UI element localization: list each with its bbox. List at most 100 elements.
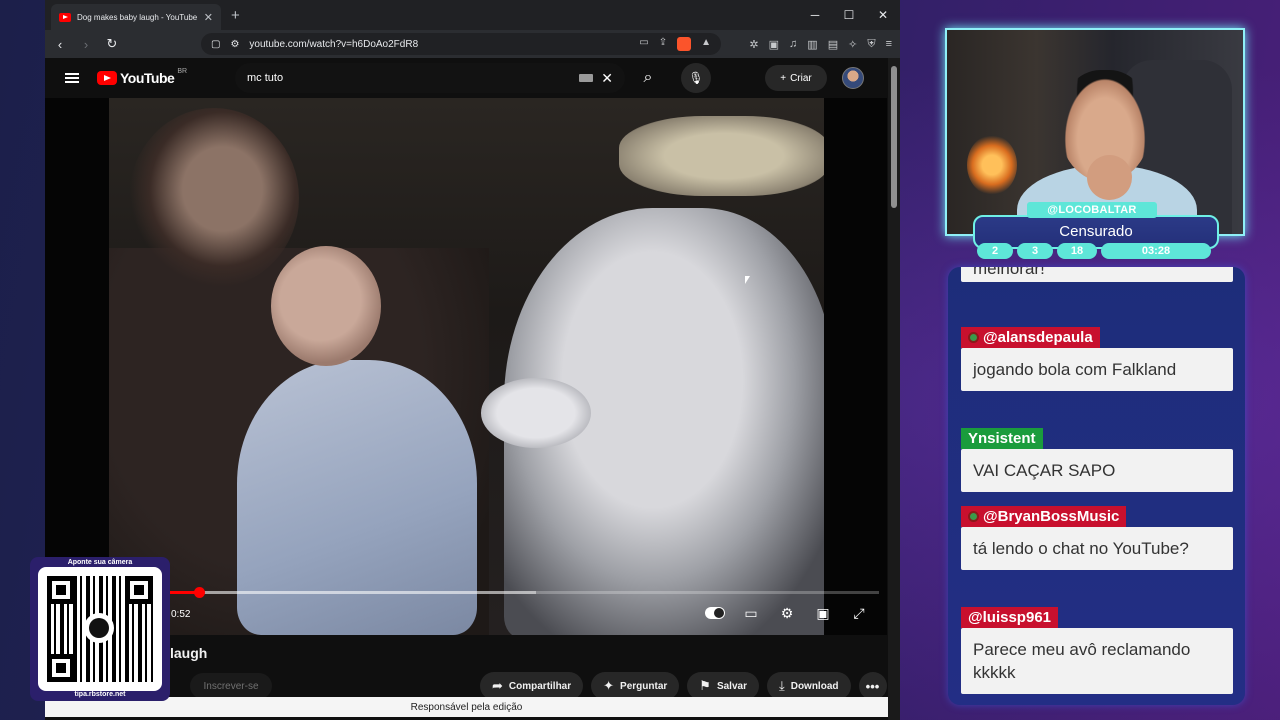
chat-username-text: @alansdepaula [983, 329, 1093, 346]
search-icon: ⌕ [643, 69, 653, 86]
settings-button[interactable]: ⚙ [777, 604, 797, 622]
youtube-header: YouTube BR mc tuto ✕ ⌕ 🎙 + Criar [45, 58, 887, 98]
subtitles-icon: ▭ [744, 604, 758, 621]
chat-message: @BryanBossMusic tá lendo o chat no YouTu… [961, 506, 1233, 570]
theater-mode-button[interactable]: ▣ [813, 604, 833, 622]
qr-instruction: Aponte sua câmera [67, 559, 133, 566]
chat-message-text: VAI CAÇAR SAPO [961, 449, 1233, 492]
search-query[interactable]: mc tuto [247, 72, 579, 84]
youtube-badge-icon [968, 511, 979, 522]
video-content-woman-face [129, 108, 299, 288]
chat-message: Ynsistent VAI CAÇAR SAPO [961, 428, 1233, 492]
leo-icon[interactable]: ✧ [848, 38, 857, 51]
reload-icon[interactable]: ↻ [105, 36, 119, 52]
vpn-icon[interactable]: ⛨ [867, 38, 875, 51]
forward-icon[interactable]: › [79, 37, 93, 52]
video-title: laugh [170, 645, 208, 661]
create-label: Criar [790, 72, 812, 84]
share-button[interactable]: ➦ Compartilhar [480, 672, 584, 700]
back-icon[interactable]: ‹ [53, 37, 67, 52]
download-label: Download [790, 680, 839, 692]
fullscreen-icon: ⤢ [853, 604, 865, 621]
stat-badge: 18 [1057, 243, 1097, 259]
gear-icon: ⚙ [780, 604, 794, 621]
brave-rewards-icon[interactable]: ▲ [701, 37, 711, 51]
chat-message-text: Parece meu avô reclamando kkkkk [961, 628, 1233, 694]
qr-code-box [38, 567, 162, 691]
autoplay-toggle[interactable] [705, 604, 725, 622]
brave-shields-icon[interactable] [677, 37, 692, 51]
sidebar-icon[interactable]: ▥ [807, 38, 817, 51]
new-tab-button[interactable]: + [231, 7, 240, 24]
screenshot-icon[interactable]: ▣ [769, 38, 779, 51]
menu-icon[interactable]: ≡ [886, 38, 892, 51]
create-button[interactable]: + Criar [765, 65, 827, 91]
youtube-logo[interactable]: YouTube BR [97, 68, 187, 86]
chat-username: @alansdepaula [961, 327, 1100, 348]
site-info-icon[interactable]: ⚙ [230, 39, 239, 50]
browser-window: Dog makes baby laugh - YouTube ✕ + ─ ☐ ✕… [45, 0, 900, 720]
download-icon: ⤓ [778, 678, 785, 693]
hamburger-menu-icon[interactable] [65, 73, 79, 83]
stat-timer: 03:28 [1101, 243, 1211, 259]
chat-username-text: @BryanBossMusic [983, 508, 1120, 525]
chat-username: Ynsistent [961, 428, 1043, 449]
keyboard-icon[interactable] [579, 74, 594, 82]
save-button[interactable]: ⚑ Salvar [687, 672, 759, 700]
mouse-cursor-icon [745, 276, 750, 284]
media-icon[interactable]: ♫ [789, 38, 797, 51]
player-controls-right: ▭ ⚙ ▣ ⤢ [705, 604, 869, 622]
maximize-button[interactable]: ☐ [832, 8, 866, 22]
chat-overlay: melhorar! @alansdepaula jogando bola com… [948, 267, 1245, 705]
browser-toolbar: ‹ › ↻ ▢ ⚙ youtube.com/watch?v=h6DoAo2FdR… [45, 30, 900, 58]
scrollbar-thumb[interactable] [891, 66, 897, 208]
download-button[interactable]: ⤓ Download [766, 672, 851, 700]
chat-username: @luissp961 [961, 607, 1058, 628]
sparkle-icon: ✦ [603, 678, 615, 693]
share-arrow-icon: ➦ [492, 678, 503, 693]
search-input[interactable]: mc tuto ✕ [235, 63, 625, 93]
subtitles-button[interactable]: ▭ [741, 604, 761, 622]
search-button[interactable]: ⌕ [630, 63, 666, 93]
chat-message: @luissp961 Parece meu avô reclamando kkk… [961, 607, 1233, 694]
subscribe-button[interactable]: Inscrever-se [190, 673, 272, 699]
chat-message: @alansdepaula jogando bola com Falkland [961, 327, 1233, 391]
microphone-icon: 🎙 [688, 71, 704, 85]
progress-bar[interactable] [165, 587, 879, 598]
extensions-icon[interactable]: ✲ [749, 38, 758, 51]
stream-stats: 2 3 18 03:28 [977, 243, 1211, 259]
url-text[interactable]: youtube.com/watch?v=h6DoAo2FdR8 [249, 39, 629, 50]
address-bar[interactable]: ▢ ⚙ youtube.com/watch?v=h6DoAo2FdR8 ▭ ⇪ … [201, 33, 721, 55]
share-icon[interactable]: ⇪ [659, 37, 667, 51]
chat-username: @BryanBossMusic [961, 506, 1127, 527]
account-avatar[interactable] [842, 67, 864, 89]
chat-message-text: melhorar! [961, 267, 1233, 282]
voice-search-button[interactable]: 🎙 [681, 63, 711, 93]
save-label: Salvar [716, 680, 747, 692]
youtube-wordmark: YouTube [120, 70, 175, 86]
fullscreen-button[interactable]: ⤢ [849, 604, 869, 622]
video-player[interactable]: 0:52 ▭ ⚙ ▣ ⤢ [45, 98, 887, 635]
tab-active[interactable]: Dog makes baby laugh - YouTube ✕ [51, 4, 221, 30]
clear-search-icon[interactable]: ✕ [601, 70, 613, 87]
cast-icon[interactable]: ▭ [639, 37, 648, 51]
ask-button[interactable]: ✦ Perguntar [591, 672, 680, 700]
tab-close-icon[interactable]: ✕ [204, 11, 213, 24]
bookmark-icon[interactable]: ▢ [211, 39, 220, 50]
video-content-husky-muzzle [481, 378, 591, 448]
video-frame [109, 98, 824, 635]
bookmark-save-icon: ⚑ [699, 678, 711, 693]
page-scrollbar[interactable] [888, 58, 900, 720]
more-icon: ••• [865, 678, 880, 694]
stat-badge: 2 [977, 243, 1013, 259]
webcam-lamp [967, 135, 1017, 195]
chat-username-text: @luissp961 [968, 609, 1051, 626]
close-window-button[interactable]: ✕ [866, 8, 900, 22]
time-display: 0:52 [171, 609, 191, 620]
minimize-button[interactable]: ─ [798, 8, 832, 22]
more-actions-button[interactable]: ••• [858, 672, 887, 700]
wallet-icon[interactable]: ▤ [828, 38, 838, 51]
chat-message-text: jogando bola com Falkland [961, 348, 1233, 391]
video-actions: ➦ Compartilhar ✦ Perguntar ⚑ Salvar ⤓ Downlo… [480, 672, 887, 700]
youtube-favicon-icon [59, 12, 71, 22]
